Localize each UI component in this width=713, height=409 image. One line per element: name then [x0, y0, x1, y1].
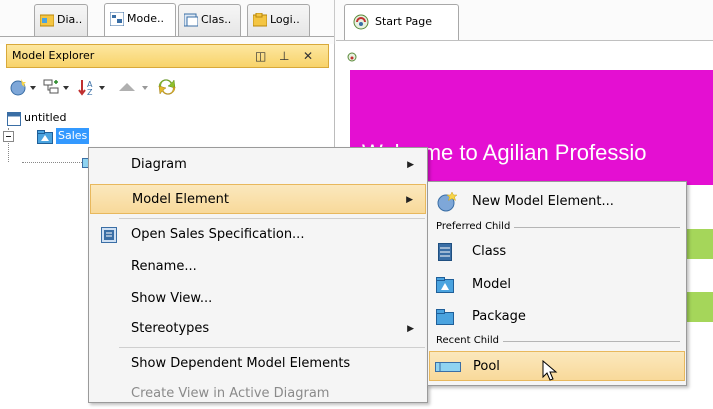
- sort-icon[interactable]: A Z: [78, 78, 108, 96]
- context-menu: Diagram ▶ Model Element ▶ Open Sales Spe…: [88, 147, 428, 403]
- tree-node-label-selected: Sales: [56, 128, 90, 144]
- start-page-topbar: [343, 48, 713, 68]
- tab-start-page[interactable]: Start Page: [344, 4, 459, 40]
- menu-item-show-dependent[interactable]: Show Dependent Model Elements: [90, 349, 426, 379]
- submenu-item-label: Model: [472, 277, 512, 292]
- menu-item-stereotypes[interactable]: Stereotypes ▶: [90, 314, 426, 344]
- menu-item-diagram[interactable]: Diagram ▶: [90, 150, 426, 180]
- explorer-toolbar: A Z: [6, 70, 329, 102]
- class-repository-icon: [184, 13, 198, 27]
- submenu-arrow-icon: ▶: [407, 160, 414, 170]
- submenu-arrow-icon: ▶: [406, 195, 413, 205]
- project-icon: [7, 112, 21, 126]
- model-tree-icon: [110, 12, 124, 26]
- tab-diagram-navigator[interactable]: Dia..: [34, 4, 88, 36]
- model-icon: [436, 277, 454, 293]
- svg-text:Z: Z: [87, 88, 93, 96]
- model-icon: [37, 130, 53, 144]
- menu-item-open-specification[interactable]: Open Sales Specification...: [90, 220, 426, 250]
- restore-icon[interactable]: ◫: [255, 45, 266, 67]
- submenu-item-class[interactable]: Class: [429, 237, 685, 267]
- tab-label: Start Page: [375, 15, 432, 28]
- group-header-preferred-child: Preferred Child: [436, 220, 680, 234]
- close-icon[interactable]: ✕: [303, 45, 313, 67]
- menu-item-model-element[interactable]: Model Element ▶: [90, 184, 426, 214]
- submenu-item-label: Class: [472, 244, 507, 259]
- submenu-item-model[interactable]: Model: [429, 270, 685, 300]
- submenu-item-label: New Model Element...: [472, 194, 614, 209]
- group-header-label: Recent Child: [436, 334, 503, 348]
- package-icon: [436, 309, 454, 325]
- menu-item-label: Create View in Active Diagram: [131, 386, 330, 401]
- submenu-item-pool[interactable]: Pool: [429, 351, 685, 381]
- group-header-label: Preferred Child: [436, 220, 515, 234]
- new-model-element-icon[interactable]: [10, 78, 38, 96]
- menu-item-label: Rename...: [131, 259, 197, 274]
- refresh-icon[interactable]: [156, 78, 178, 96]
- tree-node-root[interactable]: untitled: [6, 110, 96, 128]
- new-model-element-icon: [437, 192, 458, 212]
- mouse-pointer-icon: [542, 360, 558, 381]
- tab-model-explorer[interactable]: Mode..: [104, 3, 176, 37]
- start-page-small-icon: [347, 52, 357, 62]
- model-element-submenu: New Model Element... Preferred Child Cla…: [427, 181, 687, 386]
- expand-tree-icon[interactable]: [42, 78, 72, 96]
- pool-icon: [435, 362, 461, 372]
- start-page-icon: [353, 14, 369, 30]
- group-header-recent-child: Recent Child: [436, 334, 680, 348]
- submenu-item-label: Pool: [473, 359, 500, 374]
- submenu-arrow-icon: ▶: [407, 324, 414, 334]
- tab-label: Mode..: [127, 12, 164, 25]
- pin-icon[interactable]: ⊥: [279, 45, 289, 67]
- tab-label: Clas..: [201, 13, 232, 26]
- tab-underline: [0, 36, 335, 37]
- tab-logical-view[interactable]: Logi..: [247, 4, 310, 36]
- panel-title: Model Explorer: [12, 49, 95, 62]
- folder-diagram-icon: [40, 14, 54, 27]
- tree-node-sales[interactable]: Sales: [3, 128, 96, 146]
- start-page-green-block: [683, 292, 713, 322]
- logical-view-icon: [253, 13, 267, 27]
- menu-separator: [119, 347, 425, 348]
- class-icon: [438, 243, 452, 261]
- specification-icon: [101, 227, 117, 243]
- menu-item-create-view: Create View in Active Diagram: [90, 379, 426, 409]
- tab-label: Dia..: [57, 13, 83, 26]
- collapse-icon[interactable]: [3, 131, 14, 142]
- menu-separator: [119, 218, 425, 219]
- menu-item-label: Show View...: [131, 291, 213, 306]
- model-explorer-header: Model Explorer ◫ ⊥ ✕: [6, 44, 329, 68]
- menu-item-label: Show Dependent Model Elements: [131, 356, 351, 371]
- menu-item-show-view[interactable]: Show View...: [90, 284, 426, 314]
- tree-node-label: untitled: [24, 111, 67, 124]
- model-tree: untitled Sales: [3, 104, 98, 174]
- menu-item-label: Diagram: [131, 157, 187, 172]
- tab-class-repository[interactable]: Clas..: [178, 4, 241, 36]
- start-page-green-block: [683, 229, 713, 259]
- move-up-icon[interactable]: [116, 78, 152, 96]
- menu-item-rename[interactable]: Rename...: [90, 252, 426, 282]
- tree-connector: [22, 162, 82, 173]
- submenu-item-label: Package: [472, 309, 526, 324]
- menu-item-label: Open Sales Specification...: [131, 227, 305, 242]
- submenu-item-package[interactable]: Package: [429, 302, 685, 332]
- submenu-item-new-model-element[interactable]: New Model Element...: [429, 187, 685, 217]
- tab-label: Logi..: [270, 13, 300, 26]
- menu-item-label: Model Element: [132, 192, 229, 207]
- menu-item-label: Stereotypes: [131, 321, 210, 336]
